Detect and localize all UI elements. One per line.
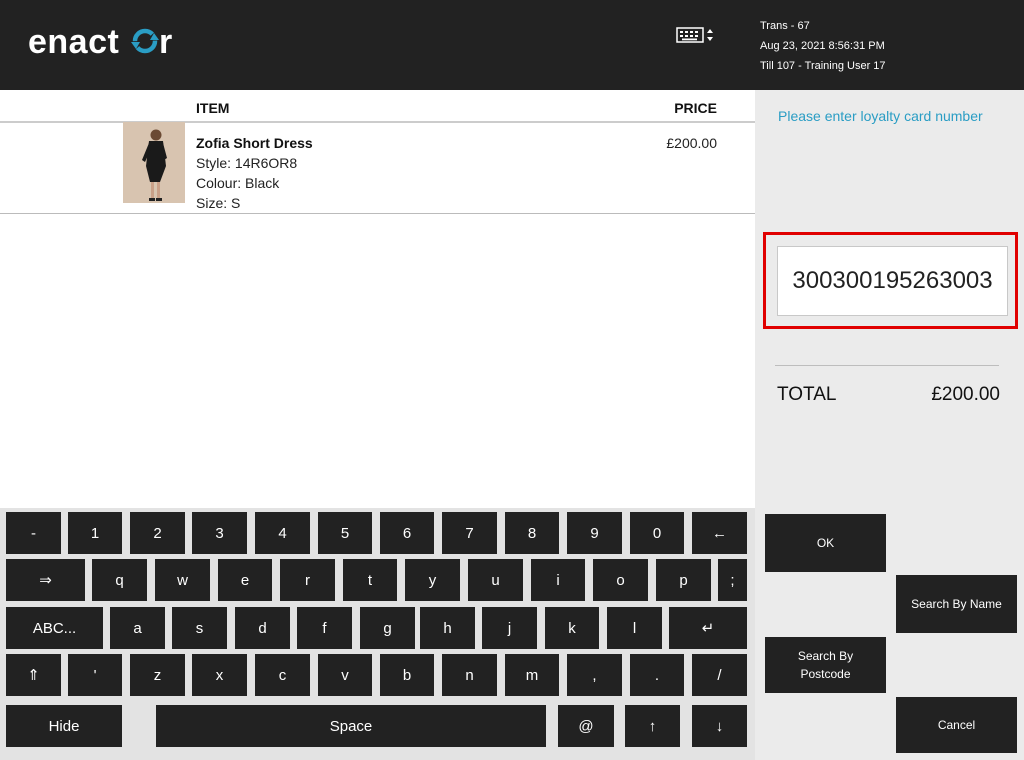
datetime: Aug 23, 2021 8:56:31 PM bbox=[760, 40, 885, 52]
svg-text:enact: enact bbox=[28, 23, 119, 61]
key-u[interactable]: u bbox=[468, 559, 523, 601]
key-8[interactable]: 8 bbox=[505, 512, 559, 554]
svg-text:r: r bbox=[159, 23, 173, 61]
key-0[interactable]: 0 bbox=[630, 512, 684, 554]
key-l[interactable]: l bbox=[607, 607, 662, 649]
key-y[interactable]: y bbox=[405, 559, 460, 601]
enactor-logo-mark: enact r bbox=[28, 23, 173, 61]
ok-button[interactable]: OK bbox=[765, 514, 886, 572]
cancel-button[interactable]: Cancel bbox=[896, 697, 1017, 753]
loyalty-card-input[interactable]: 300300195263003 bbox=[777, 246, 1008, 316]
side-panel: Please enter loyalty card number 3003001… bbox=[755, 90, 1024, 760]
key-9[interactable]: 9 bbox=[567, 512, 622, 554]
key-r[interactable]: r bbox=[280, 559, 335, 601]
space-key[interactable]: Space bbox=[156, 705, 546, 747]
key-s[interactable]: s bbox=[172, 607, 227, 649]
key-i[interactable]: i bbox=[531, 559, 585, 601]
key-1[interactable]: 1 bbox=[68, 512, 122, 554]
key-x[interactable]: x bbox=[192, 654, 247, 696]
key-j[interactable]: j bbox=[482, 607, 537, 649]
key-g[interactable]: g bbox=[360, 607, 415, 649]
item-divider bbox=[0, 213, 755, 214]
card-input-highlight: 300300195263003 bbox=[763, 232, 1018, 329]
key-apostrophe[interactable]: ' bbox=[68, 654, 122, 696]
arrow-down-key[interactable]: ↓ bbox=[692, 705, 747, 747]
key-2[interactable]: 2 bbox=[130, 512, 185, 554]
pos-screen: enact r Trans - 67 Aug 23, 2021 8:56:31 … bbox=[0, 0, 1024, 760]
key-q[interactable]: q bbox=[92, 559, 147, 601]
shift-key[interactable]: ⇑ bbox=[6, 654, 61, 696]
key-p[interactable]: p bbox=[656, 559, 711, 601]
key-7[interactable]: 7 bbox=[442, 512, 497, 554]
arrow-up-key[interactable]: ↑ bbox=[625, 705, 680, 747]
key-m[interactable]: m bbox=[505, 654, 559, 696]
tab-key[interactable]: ⇒ bbox=[6, 559, 85, 601]
header-bar: enact r Trans - 67 Aug 23, 2021 8:56:31 … bbox=[0, 0, 1024, 90]
column-header-item: ITEM bbox=[196, 100, 230, 116]
item-name: Zofia Short Dress bbox=[196, 135, 313, 151]
key-e[interactable]: e bbox=[218, 559, 272, 601]
column-header-price: PRICE bbox=[674, 100, 717, 116]
key-k[interactable]: k bbox=[545, 607, 599, 649]
key-o[interactable]: o bbox=[593, 559, 648, 601]
abc-mode-key[interactable]: ABC... bbox=[6, 607, 103, 649]
enactor-logo: enact r bbox=[28, 22, 190, 62]
basket-item-row[interactable]: Zofia Short Dress Style: 14R6OR8 Colour:… bbox=[0, 122, 755, 214]
key-slash[interactable]: / bbox=[692, 654, 747, 696]
item-colour: Colour: Black bbox=[196, 175, 280, 191]
key-c[interactable]: c bbox=[255, 654, 310, 696]
loyalty-prompt: Please enter loyalty card number bbox=[778, 108, 983, 124]
basket-list: ITEM PRICE Zofia Short Dress Style: 14R6… bbox=[0, 90, 755, 508]
key-f[interactable]: f bbox=[297, 607, 352, 649]
key-comma[interactable]: , bbox=[567, 654, 622, 696]
enter-key[interactable]: ↵ bbox=[669, 607, 747, 649]
key-t[interactable]: t bbox=[343, 559, 397, 601]
hide-keyboard-key[interactable]: Hide bbox=[6, 705, 122, 747]
key-b[interactable]: b bbox=[380, 654, 434, 696]
key-a[interactable]: a bbox=[110, 607, 165, 649]
key-at[interactable]: @ bbox=[558, 705, 614, 747]
product-thumbnail bbox=[123, 122, 185, 203]
key-minus[interactable]: - bbox=[6, 512, 61, 554]
key-w[interactable]: w bbox=[155, 559, 210, 601]
till-user: Till 107 - Training User 17 bbox=[760, 60, 886, 72]
item-style: Style: 14R6OR8 bbox=[196, 155, 298, 171]
total-divider bbox=[775, 365, 999, 366]
key-5[interactable]: 5 bbox=[318, 512, 372, 554]
item-price: £200.00 bbox=[666, 135, 717, 151]
key-4[interactable]: 4 bbox=[255, 512, 310, 554]
key-d[interactable]: d bbox=[235, 607, 290, 649]
total-label: TOTAL bbox=[777, 384, 837, 405]
key-period[interactable]: . bbox=[630, 654, 684, 696]
trans-number: Trans - 67 bbox=[760, 20, 810, 32]
search-by-name-button[interactable]: Search By Name bbox=[896, 575, 1017, 633]
search-by-postcode-button[interactable]: Search By Postcode bbox=[765, 637, 886, 693]
key-n[interactable]: n bbox=[442, 654, 497, 696]
backspace-key[interactable]: ← bbox=[692, 512, 747, 554]
total-value: £200.00 bbox=[931, 384, 1000, 405]
on-screen-keyboard: - 1 2 3 4 5 6 7 8 9 0 ← ⇒ q w e r t y u … bbox=[0, 508, 755, 760]
item-size: Size: S bbox=[196, 195, 241, 211]
key-semicolon[interactable]: ; bbox=[718, 559, 747, 601]
key-z[interactable]: z bbox=[130, 654, 185, 696]
transaction-info: Trans - 67 Aug 23, 2021 8:56:31 PM Till … bbox=[760, 16, 886, 76]
key-3[interactable]: 3 bbox=[192, 512, 247, 554]
keyboard-toggle-icon[interactable] bbox=[676, 24, 716, 46]
key-6[interactable]: 6 bbox=[380, 512, 434, 554]
key-h[interactable]: h bbox=[420, 607, 475, 649]
key-v[interactable]: v bbox=[318, 654, 372, 696]
